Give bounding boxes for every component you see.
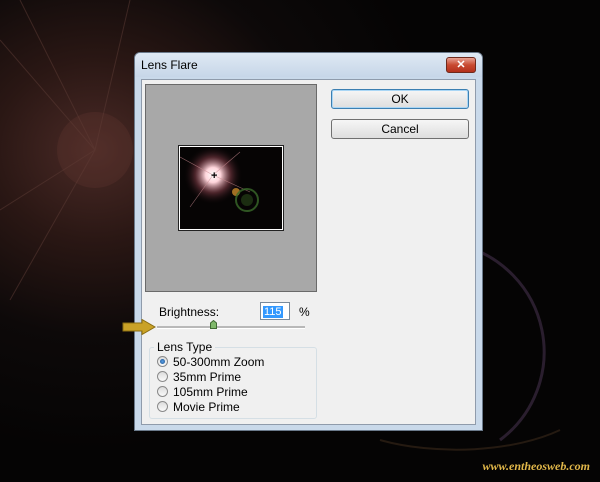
radio-label: Movie Prime [173,399,240,414]
brightness-label: Brightness: [159,305,220,319]
close-icon: ✕ [456,59,466,71]
radio-label: 50-300mm Zoom [173,354,265,369]
flare-preview-graphic [180,147,282,229]
percent-unit: % [299,305,310,319]
ok-button[interactable]: OK [331,89,469,109]
flare-preview-image[interactable]: + [178,145,284,231]
radio-50-300mm-zoom[interactable]: 50-300mm Zoom [157,354,264,369]
crosshair-icon[interactable]: + [211,171,217,182]
radio-button[interactable] [157,356,168,367]
cancel-button[interactable]: Cancel [331,119,469,139]
radio-button[interactable] [157,386,168,397]
lens-flare-dialog: Lens Flare ✕ + OK Cancel Brightness: 115… [134,52,483,431]
radio-105mm-prime[interactable]: 105mm Prime [157,384,248,399]
dialog-title: Lens Flare [141,58,198,72]
watermark: www.entheosweb.com [482,459,590,473]
lens-type-group: 50-300mm Zoom 35mm Prime 105mm Prime Mov… [149,347,317,419]
brightness-slider-track[interactable] [157,326,305,329]
radio-movie-prime[interactable]: Movie Prime [157,399,240,414]
radio-35mm-prime[interactable]: 35mm Prime [157,369,241,384]
brightness-value: 115 [263,306,283,318]
dialog-body: + OK Cancel Brightness: 115 % 50-300mm Z… [141,79,476,425]
radio-button[interactable] [157,371,168,382]
radio-label: 105mm Prime [173,384,248,399]
title-bar[interactable]: Lens Flare ✕ [135,53,482,77]
close-button[interactable]: ✕ [446,57,476,73]
brightness-input[interactable]: 115 [260,302,290,320]
lens-type-legend: Lens Type [154,340,216,354]
pointer-arrow-icon [122,319,156,335]
preview-area: + [145,84,317,292]
brightness-slider-thumb[interactable] [210,320,218,329]
radio-label: 35mm Prime [173,369,242,384]
radio-button[interactable] [157,401,168,412]
